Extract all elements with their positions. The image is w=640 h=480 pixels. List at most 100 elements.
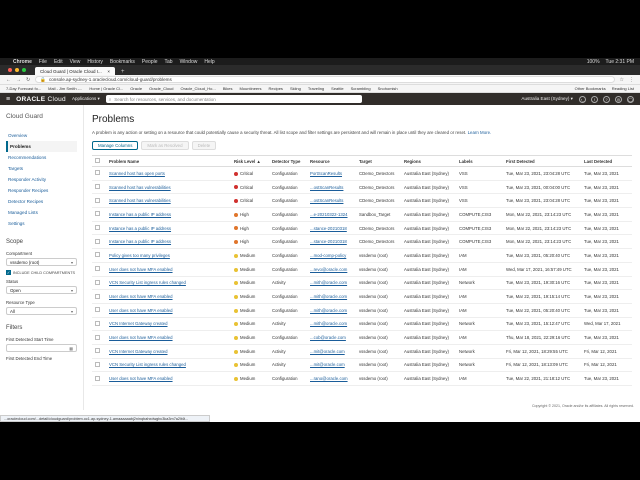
bookmark-item[interactable]: Scrambling [351,86,371,91]
select-all-checkbox[interactable] [92,155,106,167]
menu-chrome[interactable]: Chrome [13,59,32,65]
problem-name-link[interactable]: User does not have MFA enabled [106,262,231,277]
table-row[interactable]: User does not have MFA enabled Medium Conf… [92,330,632,345]
applications-menu[interactable]: Applications ▾ [72,96,100,102]
compartment-select[interactable]: vssdemo (root) ▾ [6,258,77,266]
col-target[interactable]: Target [356,155,401,167]
problem-name-link[interactable]: Instance has a public IP address [106,207,231,222]
bookmark-item[interactable]: Recipes [268,86,282,91]
bookmark-item[interactable]: Oracle_Cloud [149,86,173,91]
resource-link[interactable]: ...mith@oracle.com [307,289,356,304]
resource-link[interactable]: ...mith@oracle.com [307,276,356,291]
row-checkbox[interactable] [92,358,106,373]
bookmark-item[interactable]: Oracle_Cloud_Ho... [181,86,216,91]
minimize-window-icon[interactable] [15,68,19,72]
close-window-icon[interactable] [8,68,12,72]
bookmark-item[interactable]: Mountineers [239,86,261,91]
resource-link[interactable]: ...mit@oracle.com [307,344,356,359]
star-icon[interactable]: ☆ [620,77,624,83]
maximize-window-icon[interactable] [22,68,26,72]
nav-managed-lists[interactable]: Managed Lists [6,207,77,218]
oracle-cloud-logo[interactable]: ORACLE Cloud [16,96,66,103]
row-checkbox[interactable] [92,344,106,359]
row-checkbox[interactable] [92,180,106,195]
row-checkbox[interactable] [92,248,106,263]
forward-icon[interactable]: → [16,77,21,83]
help-icon[interactable]: ? [603,95,610,103]
table-row[interactable]: Instance has a public IP address High Conf… [92,221,632,236]
problem-name-link[interactable]: Policy gives too many privileges [106,248,231,263]
profile-icon[interactable]: ◯ [627,95,634,103]
first-detected-start-input[interactable]: ▦ [6,344,77,352]
problem-name-link[interactable]: Instance has a public IP address [106,234,231,250]
resource-link[interactable]: ...ostScanResults [307,193,356,209]
nav-detector-recipes[interactable]: Detector Recipes [6,196,77,207]
col-labels[interactable]: Labels [456,155,503,167]
nav-recommendations[interactable]: Recommendations [6,152,77,163]
menu-help[interactable]: Help [204,59,214,65]
resource-link[interactable]: ...revo@oracle.com [307,262,356,277]
resource-link[interactable]: ...ostScanResults [307,180,356,195]
bookmark-item[interactable]: Mail - Jim Smith -... [48,86,82,91]
bookmark-item[interactable]: Skiing [290,86,301,91]
row-checkbox[interactable] [92,262,106,277]
row-checkbox[interactable] [92,221,106,236]
problem-name-link[interactable]: Instance has a public IP address [106,221,231,236]
bookmark-item[interactable]: Home | Oracle Cl... [89,86,123,91]
region-selector[interactable]: Australia East (Sydney) ▾ [521,96,573,102]
menu-history[interactable]: History [87,59,103,65]
hamburger-menu-icon[interactable]: ≡ [6,96,10,103]
language-icon[interactable]: ◎ [615,95,622,103]
cloud-shell-icon[interactable]: ›_ [579,95,586,103]
menu-bookmarks[interactable]: Bookmarks [110,59,135,65]
row-checkbox[interactable] [92,234,106,250]
col-detector-type[interactable]: Detector Type [269,155,307,167]
problem-name-link[interactable]: Scanned host has vulnerabilities [106,193,231,209]
mark-resolved-button[interactable]: Mark as Resolved [141,141,189,150]
problem-name-link[interactable]: User does not have MFA enabled [106,330,231,345]
other-bookmarks[interactable]: Other Bookmarks [575,86,606,91]
row-checkbox[interactable] [92,330,106,345]
menu-edit[interactable]: Edit [54,59,63,65]
problem-name-link[interactable]: User does not have MFA enabled [106,371,231,386]
table-row[interactable]: User does not have MFA enabled Medium Conf… [92,262,632,277]
row-checkbox[interactable] [92,289,106,304]
nav-problems[interactable]: Problems [6,141,77,152]
menu-file[interactable]: File [39,59,47,65]
problem-name-link[interactable]: Scanned host has open ports [106,166,231,181]
table-row[interactable]: Scanned host has open ports Critical Confi… [92,166,632,181]
resource-link[interactable]: PortScanResults [307,166,356,181]
global-search-input[interactable]: ⌕ Search for resources, services, and do… [105,95,362,103]
row-checkbox[interactable] [92,303,106,318]
col-risk-level[interactable]: Risk Level ▲ [231,155,269,167]
menu-dots-icon[interactable]: ⋮ [629,77,634,83]
row-checkbox[interactable] [92,371,106,386]
browser-tab[interactable]: Cloud Guard | Oracle Cloud I... × [35,67,115,75]
table-row[interactable]: Instance has a public IP address High Conf… [92,234,632,250]
reading-list[interactable]: Reading List [612,86,634,91]
learn-more-link[interactable]: Learn More. [468,130,492,135]
resource-link[interactable]: ...stance-20210318 [307,221,356,236]
col-resource[interactable]: Resource [307,155,356,167]
row-checkbox[interactable] [92,166,106,181]
problem-name-link[interactable]: VCN Security List ingress rules changed [106,358,231,373]
bookmark-item[interactable]: Oracle [130,86,142,91]
bookmark-item[interactable]: Bikes [223,86,233,91]
col-last-detected[interactable]: Last Detected [581,155,632,167]
back-icon[interactable]: ← [6,77,11,83]
table-row[interactable]: VCN Security List ingress rules changed M… [92,358,632,373]
table-row[interactable]: VCN Security List ingress rules changed M… [92,276,632,291]
menu-view[interactable]: View [70,59,81,65]
new-tab-icon[interactable]: + [118,69,128,75]
table-row[interactable]: VCN Internet Gateway created Medium Activi… [92,344,632,359]
col-regions[interactable]: Regions [401,155,456,167]
resource-link[interactable]: ...e-20210322-1324 [307,207,356,222]
resource-link[interactable]: ...cob@oracle.com [307,330,356,345]
problem-name-link[interactable]: VCN Security List ingress rules changed [106,276,231,291]
nav-responder-activity[interactable]: Responder Activity [6,174,77,185]
table-row[interactable]: User does not have MFA enabled Medium Conf… [92,371,632,386]
manage-columns-button[interactable]: Manage Columns [92,141,139,150]
row-checkbox[interactable] [92,193,106,209]
status-select[interactable]: Open ▾ [6,286,77,294]
resource-link[interactable]: ...mit@oracle.com [307,358,356,373]
